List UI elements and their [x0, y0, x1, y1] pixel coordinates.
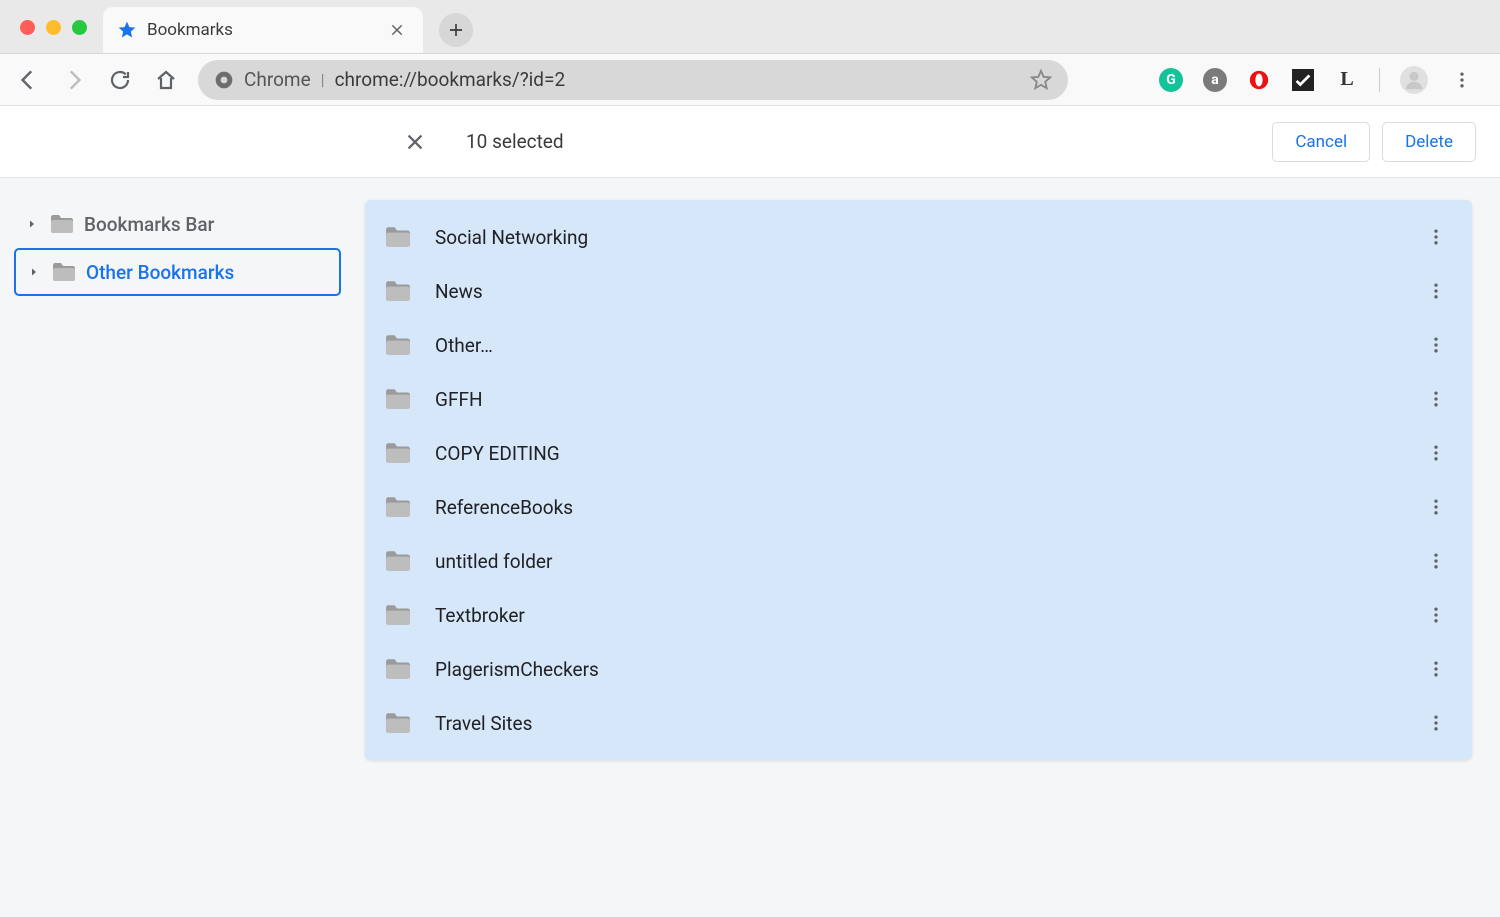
- site-info-icon[interactable]: [214, 70, 234, 90]
- url-divider: |: [321, 70, 325, 89]
- browser-toolbar: Chrome | chrome://bookmarks/?id=2 G a L: [0, 54, 1500, 106]
- bookmark-page-icon[interactable]: [1030, 69, 1052, 91]
- url-path: chrome://bookmarks/?id=2: [335, 68, 566, 91]
- folder-icon: [385, 226, 411, 248]
- extension-checkmark[interactable]: [1291, 68, 1315, 92]
- forward-button[interactable]: [60, 66, 88, 94]
- bookmark-row[interactable]: Travel Sites: [365, 696, 1472, 750]
- folder-icon: [385, 280, 411, 302]
- bookmark-list: Social Networking News Other… GFFH COPY EDIT…: [365, 200, 1472, 760]
- extension-opera[interactable]: [1247, 68, 1271, 92]
- back-button[interactable]: [14, 66, 42, 94]
- bookmark-name: Social Networking: [435, 226, 1396, 249]
- selection-bar: 10 selected Cancel Delete: [0, 106, 1500, 178]
- bookmark-name: PlagerismCheckers: [435, 658, 1396, 681]
- row-more-button[interactable]: [1420, 491, 1452, 523]
- reload-button[interactable]: [106, 66, 134, 94]
- row-more-button[interactable]: [1420, 599, 1452, 631]
- bookmark-list-panel: Social Networking News Other… GFFH COPY EDIT…: [355, 178, 1500, 917]
- folder-tree: Bookmarks Bar Other Bookmarks: [0, 178, 355, 917]
- bookmark-row[interactable]: Social Networking: [365, 210, 1472, 264]
- row-more-button[interactable]: [1420, 437, 1452, 469]
- row-more-button[interactable]: [1420, 545, 1452, 577]
- delete-button[interactable]: Delete: [1382, 122, 1476, 162]
- toolbar-separator: [1379, 68, 1380, 92]
- chevron-right-icon: [26, 218, 40, 230]
- bookmark-name: Textbroker: [435, 604, 1396, 627]
- bookmark-star-icon: [117, 20, 137, 40]
- tab-close-button[interactable]: [385, 18, 409, 42]
- bookmark-name: News: [435, 280, 1396, 303]
- folder-icon: [385, 712, 411, 734]
- url-scheme: Chrome: [244, 68, 311, 91]
- row-more-button[interactable]: [1420, 221, 1452, 253]
- window-controls: [20, 20, 87, 35]
- bookmarks-manager: Bookmarks Bar Other Bookmarks Social Net…: [0, 178, 1500, 917]
- folder-icon: [385, 442, 411, 464]
- extension-amazon[interactable]: a: [1203, 68, 1227, 92]
- bookmark-name: GFFH: [435, 388, 1396, 411]
- row-more-button[interactable]: [1420, 653, 1452, 685]
- folder-icon: [50, 214, 74, 234]
- tab-title: Bookmarks: [147, 20, 385, 40]
- selection-count: 10 selected: [466, 130, 564, 153]
- bookmark-name: ReferenceBooks: [435, 496, 1396, 519]
- tree-item-bookmarks-bar[interactable]: Bookmarks Bar: [14, 200, 341, 248]
- extension-lastpass[interactable]: L: [1335, 68, 1359, 92]
- bookmark-row[interactable]: GFFH: [365, 372, 1472, 426]
- tree-item-other-bookmarks[interactable]: Other Bookmarks: [14, 248, 341, 296]
- folder-icon: [385, 550, 411, 572]
- folder-icon: [385, 334, 411, 356]
- bookmark-name: untitled folder: [435, 550, 1396, 573]
- extension-icons: G a L: [1159, 66, 1476, 94]
- folder-icon: [385, 658, 411, 680]
- bookmark-row[interactable]: PlagerismCheckers: [365, 642, 1472, 696]
- cancel-button[interactable]: Cancel: [1272, 122, 1370, 162]
- bookmark-row[interactable]: ReferenceBooks: [365, 480, 1472, 534]
- bookmark-row[interactable]: News: [365, 264, 1472, 318]
- bookmark-row[interactable]: Other…: [365, 318, 1472, 372]
- extension-grammarly[interactable]: G: [1159, 68, 1183, 92]
- folder-icon: [385, 604, 411, 626]
- row-more-button[interactable]: [1420, 383, 1452, 415]
- folder-icon: [52, 262, 76, 282]
- bookmark-name: Travel Sites: [435, 712, 1396, 735]
- bookmark-row[interactable]: COPY EDITING: [365, 426, 1472, 480]
- bookmark-row[interactable]: Textbroker: [365, 588, 1472, 642]
- selection-close-button[interactable]: [404, 131, 426, 153]
- folder-icon: [385, 388, 411, 410]
- window-close-button[interactable]: [20, 20, 35, 35]
- browser-tab-strip: Bookmarks: [0, 0, 1500, 54]
- address-bar[interactable]: Chrome | chrome://bookmarks/?id=2: [198, 60, 1068, 100]
- browser-tab[interactable]: Bookmarks: [103, 7, 423, 53]
- row-more-button[interactable]: [1420, 329, 1452, 361]
- row-more-button[interactable]: [1420, 707, 1452, 739]
- profile-avatar[interactable]: [1400, 66, 1428, 94]
- chevron-right-icon: [28, 266, 42, 278]
- home-button[interactable]: [152, 66, 180, 94]
- tree-item-label: Other Bookmarks: [86, 261, 234, 284]
- new-tab-button[interactable]: [439, 13, 473, 47]
- browser-menu-button[interactable]: [1448, 66, 1476, 94]
- window-maximize-button[interactable]: [72, 20, 87, 35]
- folder-icon: [385, 496, 411, 518]
- row-more-button[interactable]: [1420, 275, 1452, 307]
- tree-item-label: Bookmarks Bar: [84, 213, 214, 236]
- bookmark-name: COPY EDITING: [435, 442, 1396, 465]
- window-minimize-button[interactable]: [46, 20, 61, 35]
- bookmark-name: Other…: [435, 334, 1396, 357]
- bookmark-row[interactable]: untitled folder: [365, 534, 1472, 588]
